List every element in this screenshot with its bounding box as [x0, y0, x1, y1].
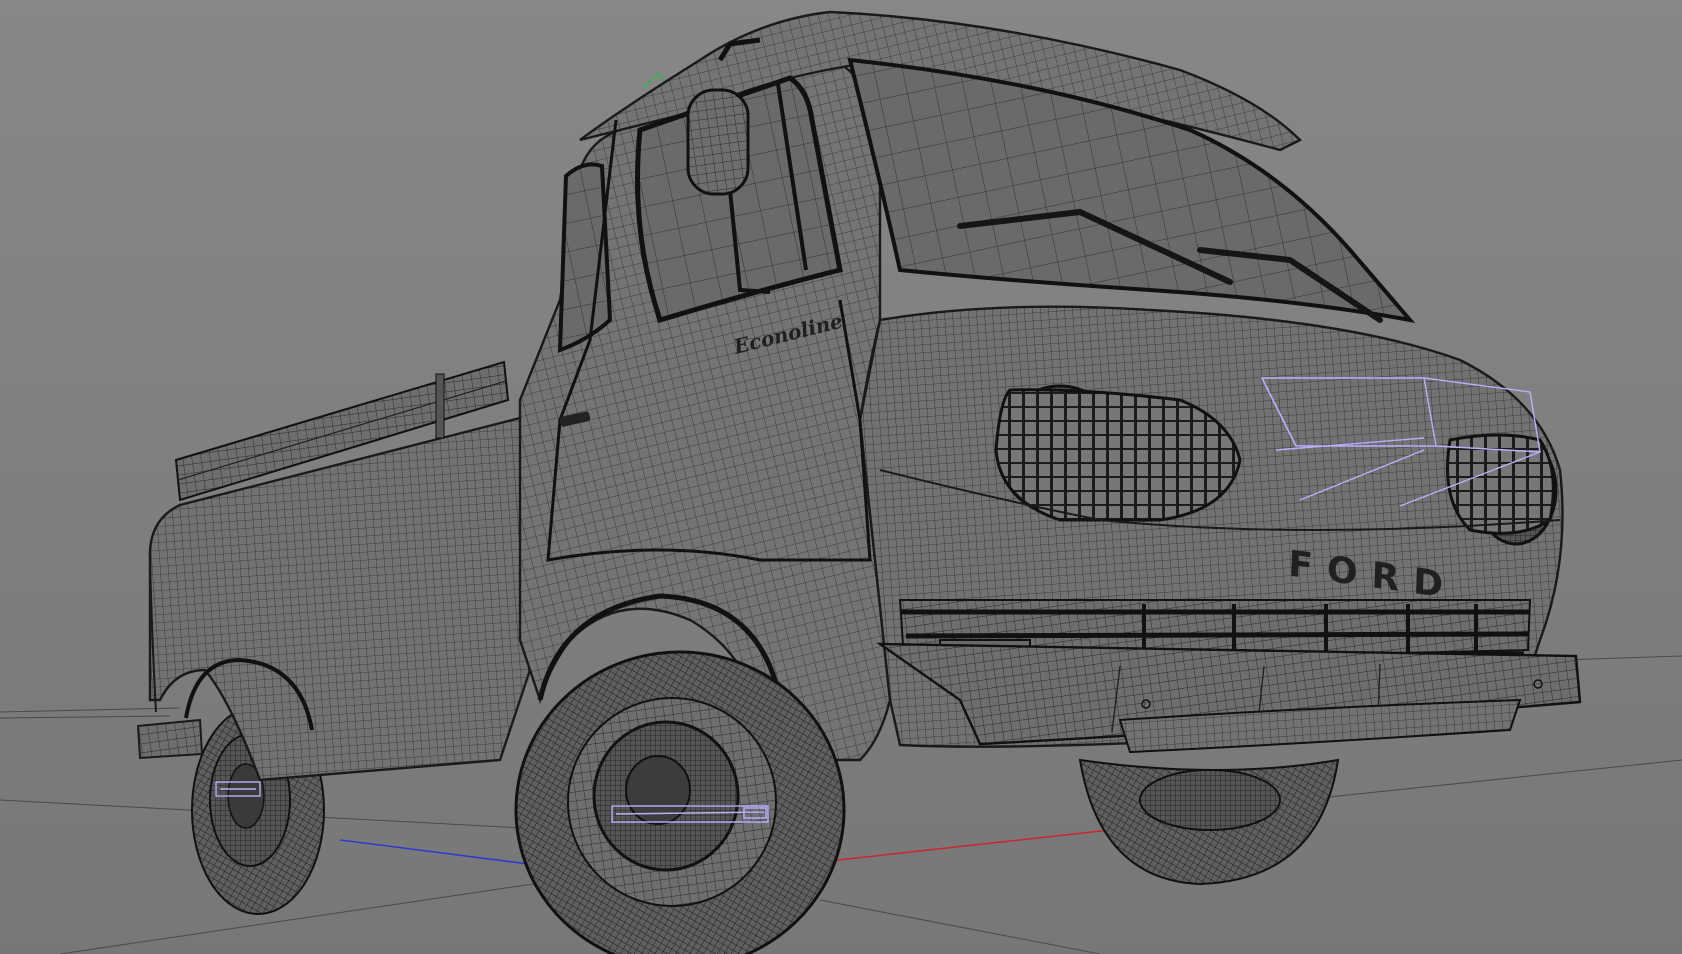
front-right-wheel[interactable] [1078, 758, 1340, 886]
rear-bumper[interactable] [136, 718, 204, 760]
x-axis-line [819, 829, 1111, 863]
front-left-wheel[interactable] [514, 650, 846, 954]
viewport-canvas[interactable]: Econoline FORD [0, 0, 1682, 954]
3d-viewport[interactable]: Econoline FORD [0, 0, 1682, 954]
rear-cab-window[interactable] [557, 162, 613, 353]
